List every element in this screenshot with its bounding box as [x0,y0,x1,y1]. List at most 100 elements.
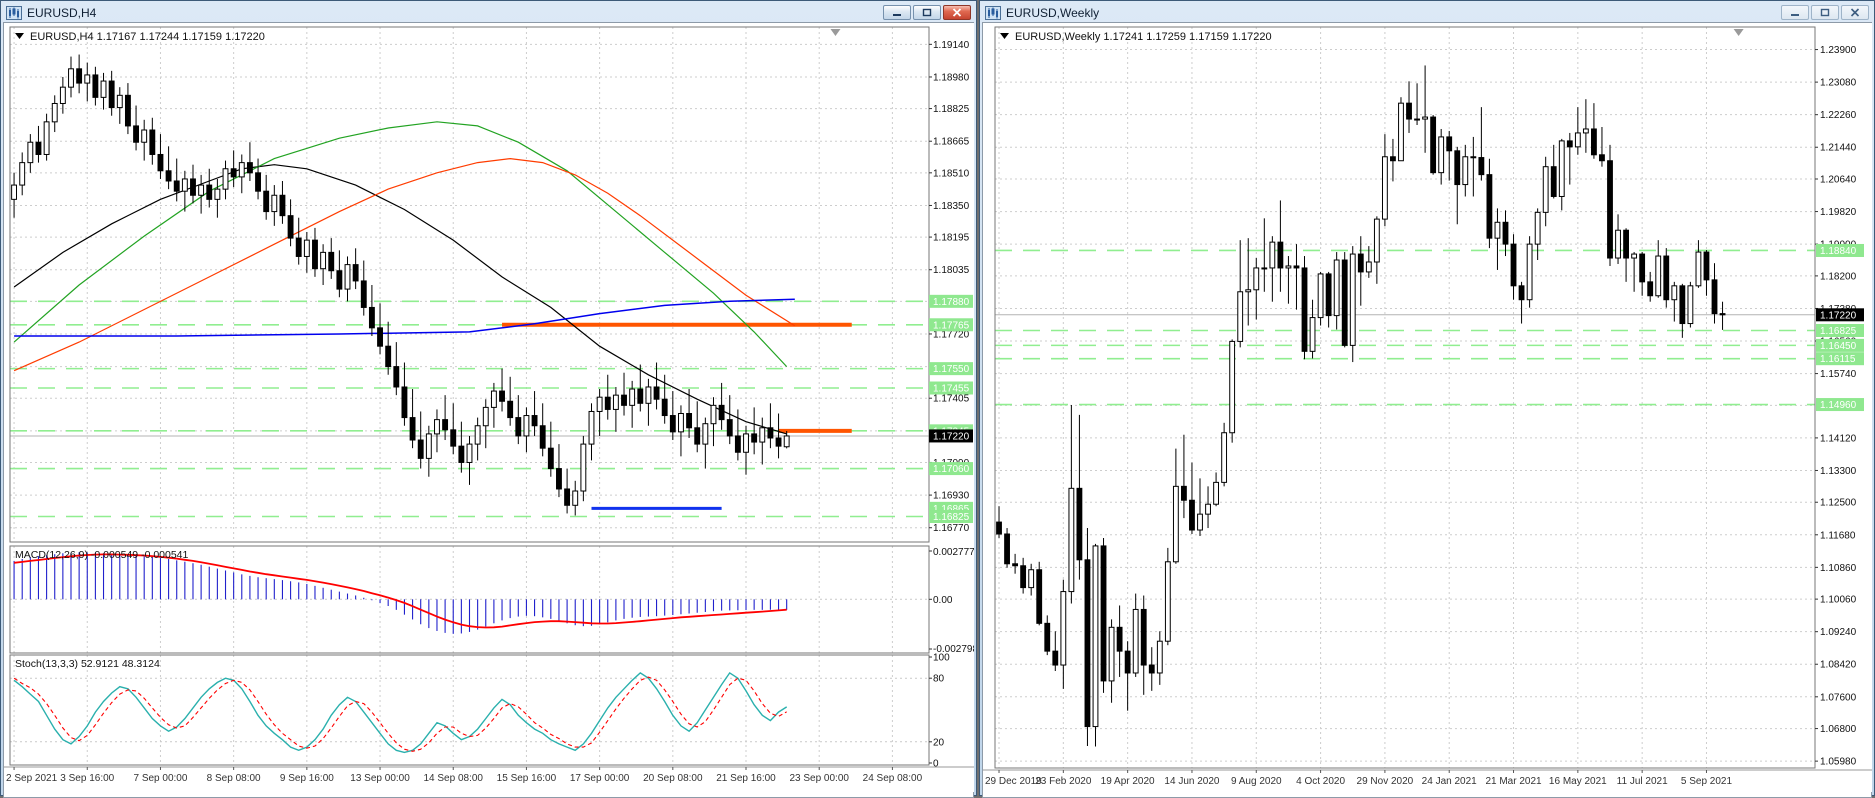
svg-text:8 Sep 08:00: 8 Sep 08:00 [207,773,261,784]
svg-text:19 Apr 2020: 19 Apr 2020 [1101,776,1155,787]
svg-text:1.17765: 1.17765 [933,320,970,331]
minimize-button[interactable] [883,5,911,20]
svg-text:1.16825: 1.16825 [1820,326,1857,337]
svg-text:1.23900: 1.23900 [1820,45,1857,56]
close-icon [1850,8,1860,17]
svg-text:21 Sep 16:00: 21 Sep 16:00 [716,773,776,784]
svg-text:1.17220: 1.17220 [933,431,970,442]
svg-text:1.16825: 1.16825 [933,512,970,523]
svg-text:Stoch(13,3,3) 52.9121 48.3124: Stoch(13,3,3) 52.9121 48.3124 [15,658,160,670]
window-title: EURUSD,H4 [27,5,97,20]
svg-text:1.17550: 1.17550 [933,364,970,375]
svg-text:16 May 2021: 16 May 2021 [1549,776,1607,787]
svg-text:1.18665: 1.18665 [933,137,970,148]
chart-content-h4: 1.19140 1.18980 1.18825 1.18665 1.18510 1.183… [3,22,978,798]
svg-text:1.16115: 1.16115 [1820,354,1856,365]
svg-text:15 Sep 16:00: 15 Sep 16:00 [497,773,557,784]
svg-text:7 Sep 00:00: 7 Sep 00:00 [133,773,187,784]
window-title-bar[interactable]: EURUSD,H4 [3,3,974,22]
svg-text:100: 100 [933,653,950,664]
minimize-icon [893,14,901,16]
svg-text:1.08420: 1.08420 [1820,660,1857,671]
svg-text:1.19820: 1.19820 [1820,207,1857,218]
svg-text:1.15740: 1.15740 [1820,369,1857,380]
svg-text:1.06800: 1.06800 [1820,724,1857,735]
svg-text:11 Jul 2021: 11 Jul 2021 [1617,776,1668,787]
svg-text:EURUSD,H4 1.17167 1.17244 1.: EURUSD,H4 1.17167 1.17244 1.17159 1.1722… [30,31,265,43]
svg-text:14 Sep 08:00: 14 Sep 08:00 [423,773,483,784]
svg-text:1.18035: 1.18035 [933,265,970,276]
svg-text:1.18825: 1.18825 [933,104,970,115]
svg-text:1.22260: 1.22260 [1820,110,1857,121]
minimize-icon [1791,14,1799,16]
chart-content-weekly: 1.23900 1.23080 1.22260 1.21440 1.20640 1.198… [982,22,1872,798]
svg-text:1.05980: 1.05980 [1820,757,1857,768]
svg-text:1.10860: 1.10860 [1820,563,1857,574]
mt4-workspace: { "app": { "left_window": { "title": "EU… [0,0,1875,798]
h4-chart-canvas[interactable]: 1.19140 1.18980 1.18825 1.18665 1.18510 1.183… [4,23,978,792]
svg-text:1.18195: 1.18195 [933,233,970,244]
svg-text:1.18510: 1.18510 [933,168,970,179]
close-button[interactable] [943,5,971,20]
svg-text:20 Sep 08:00: 20 Sep 08:00 [643,773,703,784]
svg-text:1.11680: 1.11680 [1820,530,1856,541]
svg-text:24 Sep 08:00: 24 Sep 08:00 [863,773,923,784]
svg-text:1.14960: 1.14960 [1820,400,1857,411]
window-title-bar[interactable]: EURUSD,Weekly [982,3,1872,22]
chart-header: EURUSD,H4 1.17167 1.17244 1.17159 1.1722… [15,31,265,43]
restore-icon [922,8,932,17]
svg-text:1.17220: 1.17220 [1820,310,1857,321]
svg-text:1.20640: 1.20640 [1820,175,1857,186]
svg-text:29 Nov 2020: 29 Nov 2020 [1357,776,1414,787]
restore-icon [1820,8,1830,17]
chart-window-eurusd-weekly: EURUSD,Weekly 1.23900 1.23080 1.22260 1.214… [979,0,1875,798]
svg-text:14 Jun 2020: 14 Jun 2020 [1164,776,1219,787]
svg-text:1.13300: 1.13300 [1820,466,1857,477]
svg-text:1.19140: 1.19140 [933,40,970,51]
svg-text:1.16770: 1.16770 [933,523,970,534]
svg-text:1.18200: 1.18200 [1820,271,1857,282]
svg-text:24 Jan 2021: 24 Jan 2021 [1422,776,1477,787]
window-title: EURUSD,Weekly [1006,5,1100,20]
svg-text:1.10060: 1.10060 [1820,595,1857,606]
svg-text:17 Sep 00:00: 17 Sep 00:00 [570,773,630,784]
svg-text:23 Feb 2020: 23 Feb 2020 [1035,776,1092,787]
svg-text:4 Oct 2020: 4 Oct 2020 [1296,776,1345,787]
svg-text:23 Sep 00:00: 23 Sep 00:00 [789,773,849,784]
restore-button[interactable] [913,5,941,20]
close-icon [952,8,962,17]
svg-text:1.17060: 1.17060 [933,464,970,475]
svg-text:9 Sep 16:00: 9 Sep 16:00 [280,773,334,784]
svg-text:21 Mar 2021: 21 Mar 2021 [1485,776,1542,787]
restore-button[interactable] [1811,5,1839,20]
svg-text:80: 80 [933,674,945,685]
svg-text:1.07600: 1.07600 [1820,692,1857,703]
svg-text:1.23080: 1.23080 [1820,78,1857,89]
svg-text:1.18350: 1.18350 [933,201,970,212]
svg-text:1.17880: 1.17880 [933,297,970,308]
svg-text:0.00: 0.00 [933,595,953,606]
svg-text:EURUSD,Weekly 1.17241 1.1725: EURUSD,Weekly 1.17241 1.17259 1.17159 1.… [1015,31,1272,43]
chart-icon [985,5,1001,20]
close-button[interactable] [1841,5,1869,20]
chart-header: EURUSD,Weekly 1.17241 1.17259 1.17159 1.… [1000,31,1272,43]
chart-icon [6,5,22,20]
svg-text:13 Sep 00:00: 13 Sep 00:00 [350,773,410,784]
svg-text:1.21440: 1.21440 [1820,143,1857,154]
svg-text:0: 0 [933,759,939,770]
svg-text:MACD(12,26,9) -0.000549 -0.000: MACD(12,26,9) -0.000549 -0.000541 [15,549,189,561]
svg-text:20: 20 [933,737,945,748]
svg-text:9 Aug 2020: 9 Aug 2020 [1231,776,1282,787]
chart-window-eurusd-h4: EURUSD,H4 1.19140 1.18980 1.18825 1.18665 1.… [0,0,978,798]
svg-text:0.002777: 0.002777 [933,547,974,558]
minimize-button[interactable] [1781,5,1809,20]
svg-text:5 Sep 2021: 5 Sep 2021 [1681,776,1733,787]
svg-text:2 Sep 2021: 2 Sep 2021 [6,773,58,784]
svg-text:1.16930: 1.16930 [933,491,970,502]
svg-text:1.16450: 1.16450 [1820,341,1857,352]
svg-text:1.18840: 1.18840 [1820,246,1857,257]
svg-text:1.14120: 1.14120 [1820,433,1857,444]
svg-text:29 Dec 2019: 29 Dec 2019 [985,776,1042,787]
weekly-chart-canvas[interactable]: 1.23900 1.23080 1.22260 1.21440 1.20640 1.198… [983,23,1872,792]
svg-text:1.09240: 1.09240 [1820,627,1857,638]
